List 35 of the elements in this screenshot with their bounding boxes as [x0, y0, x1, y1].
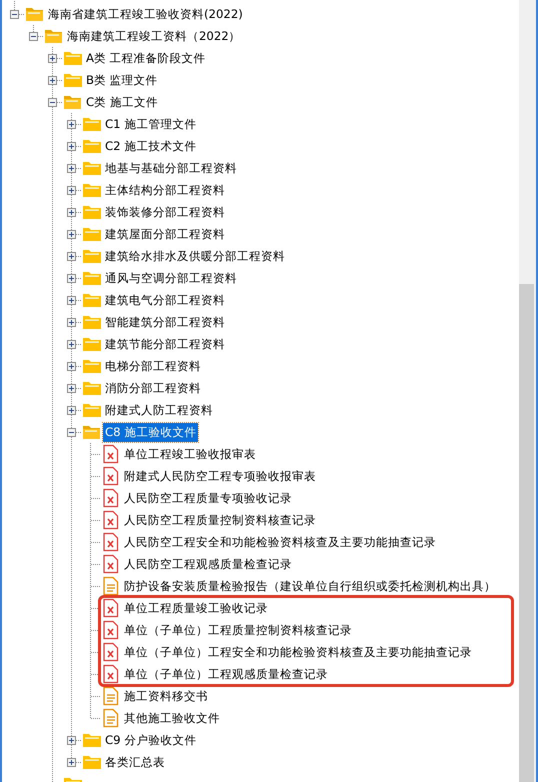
tree-item[interactable]: 防护设备安装质量检验报告（建设单位自行组织或委托检测机构出具） [122, 576, 498, 596]
tree-item[interactable]: 智能建筑分部工程资料 [103, 312, 227, 332]
tree-item[interactable]: 人民防空工程安全和功能检验资料核查及主要功能抽查记录 [122, 532, 438, 552]
tree-item[interactable]: 人民防空工程质量专项验收记录 [122, 488, 294, 508]
tree-item[interactable]: 消防分部工程资料 [103, 378, 203, 398]
tree-item[interactable]: 建筑电气分部工程资料 [103, 290, 227, 310]
tree-item[interactable]: C2 施工技术文件 [103, 136, 198, 156]
tree-item[interactable]: 海南省建筑工程竣工验收资料(2022) [46, 4, 245, 24]
tree-item[interactable]: C类 施工文件 [84, 92, 160, 112]
tree-item[interactable]: 海南建筑工程竣工资料（2022） [65, 26, 243, 46]
tree-item[interactable]: B类 监理文件 [84, 70, 160, 90]
tree-item[interactable]: 附建式人防工程资料 [103, 400, 215, 420]
tree-item[interactable]: 电梯分部工程资料 [103, 356, 203, 376]
tree-item[interactable]: 主体结构分部工程资料 [103, 180, 227, 200]
tree-item[interactable]: 各类汇总表 [103, 752, 167, 772]
tree-item[interactable]: 建筑屋面分部工程资料 [103, 224, 227, 244]
tree-item[interactable]: 建筑给水排水及供暖分部工程资料 [103, 246, 287, 266]
tree-item[interactable]: C9 分户验收文件 [103, 730, 198, 750]
tree-item[interactable]: 单位工程竣工验收报审表 [122, 444, 258, 464]
tree-item[interactable]: 单位（子单位）工程观感质量检查记录 [122, 664, 330, 684]
tree-item[interactable]: 建筑节能分部工程资料 [103, 334, 227, 354]
tree-item[interactable]: 装饰装修分部工程资料 [103, 202, 227, 222]
tree-item[interactable]: 地基与基础分部工程资料 [103, 158, 239, 178]
tree-item[interactable]: 通风与空调分部工程资料 [103, 268, 239, 288]
tree-item[interactable]: 附建式人民防空工程专项验收报审表 [122, 466, 318, 486]
tree-item[interactable]: C1 施工管理文件 [103, 114, 198, 134]
tree-item[interactable]: 人民防空工程质量控制资料核查记录 [122, 510, 318, 530]
tree-item[interactable]: 单位工程质量竣工验收记录 [122, 598, 270, 618]
tree-item[interactable]: 其他施工验收文件 [122, 708, 222, 728]
tree-item[interactable]: 单位（子单位）工程安全和功能检验资料核查及主要功能抽查记录 [122, 642, 474, 662]
tree-item[interactable]: A类 工程准备阶段文件 [84, 48, 208, 68]
tree-item[interactable]: C8 施工验收文件 [103, 422, 198, 442]
tree-item[interactable]: 施工资料移交书 [122, 686, 210, 706]
tree-item[interactable]: 人民防空工程观感质量检查记录 [122, 554, 294, 574]
tree-item[interactable]: 单位（子单位）工程质量控制资料核查记录 [122, 620, 354, 640]
